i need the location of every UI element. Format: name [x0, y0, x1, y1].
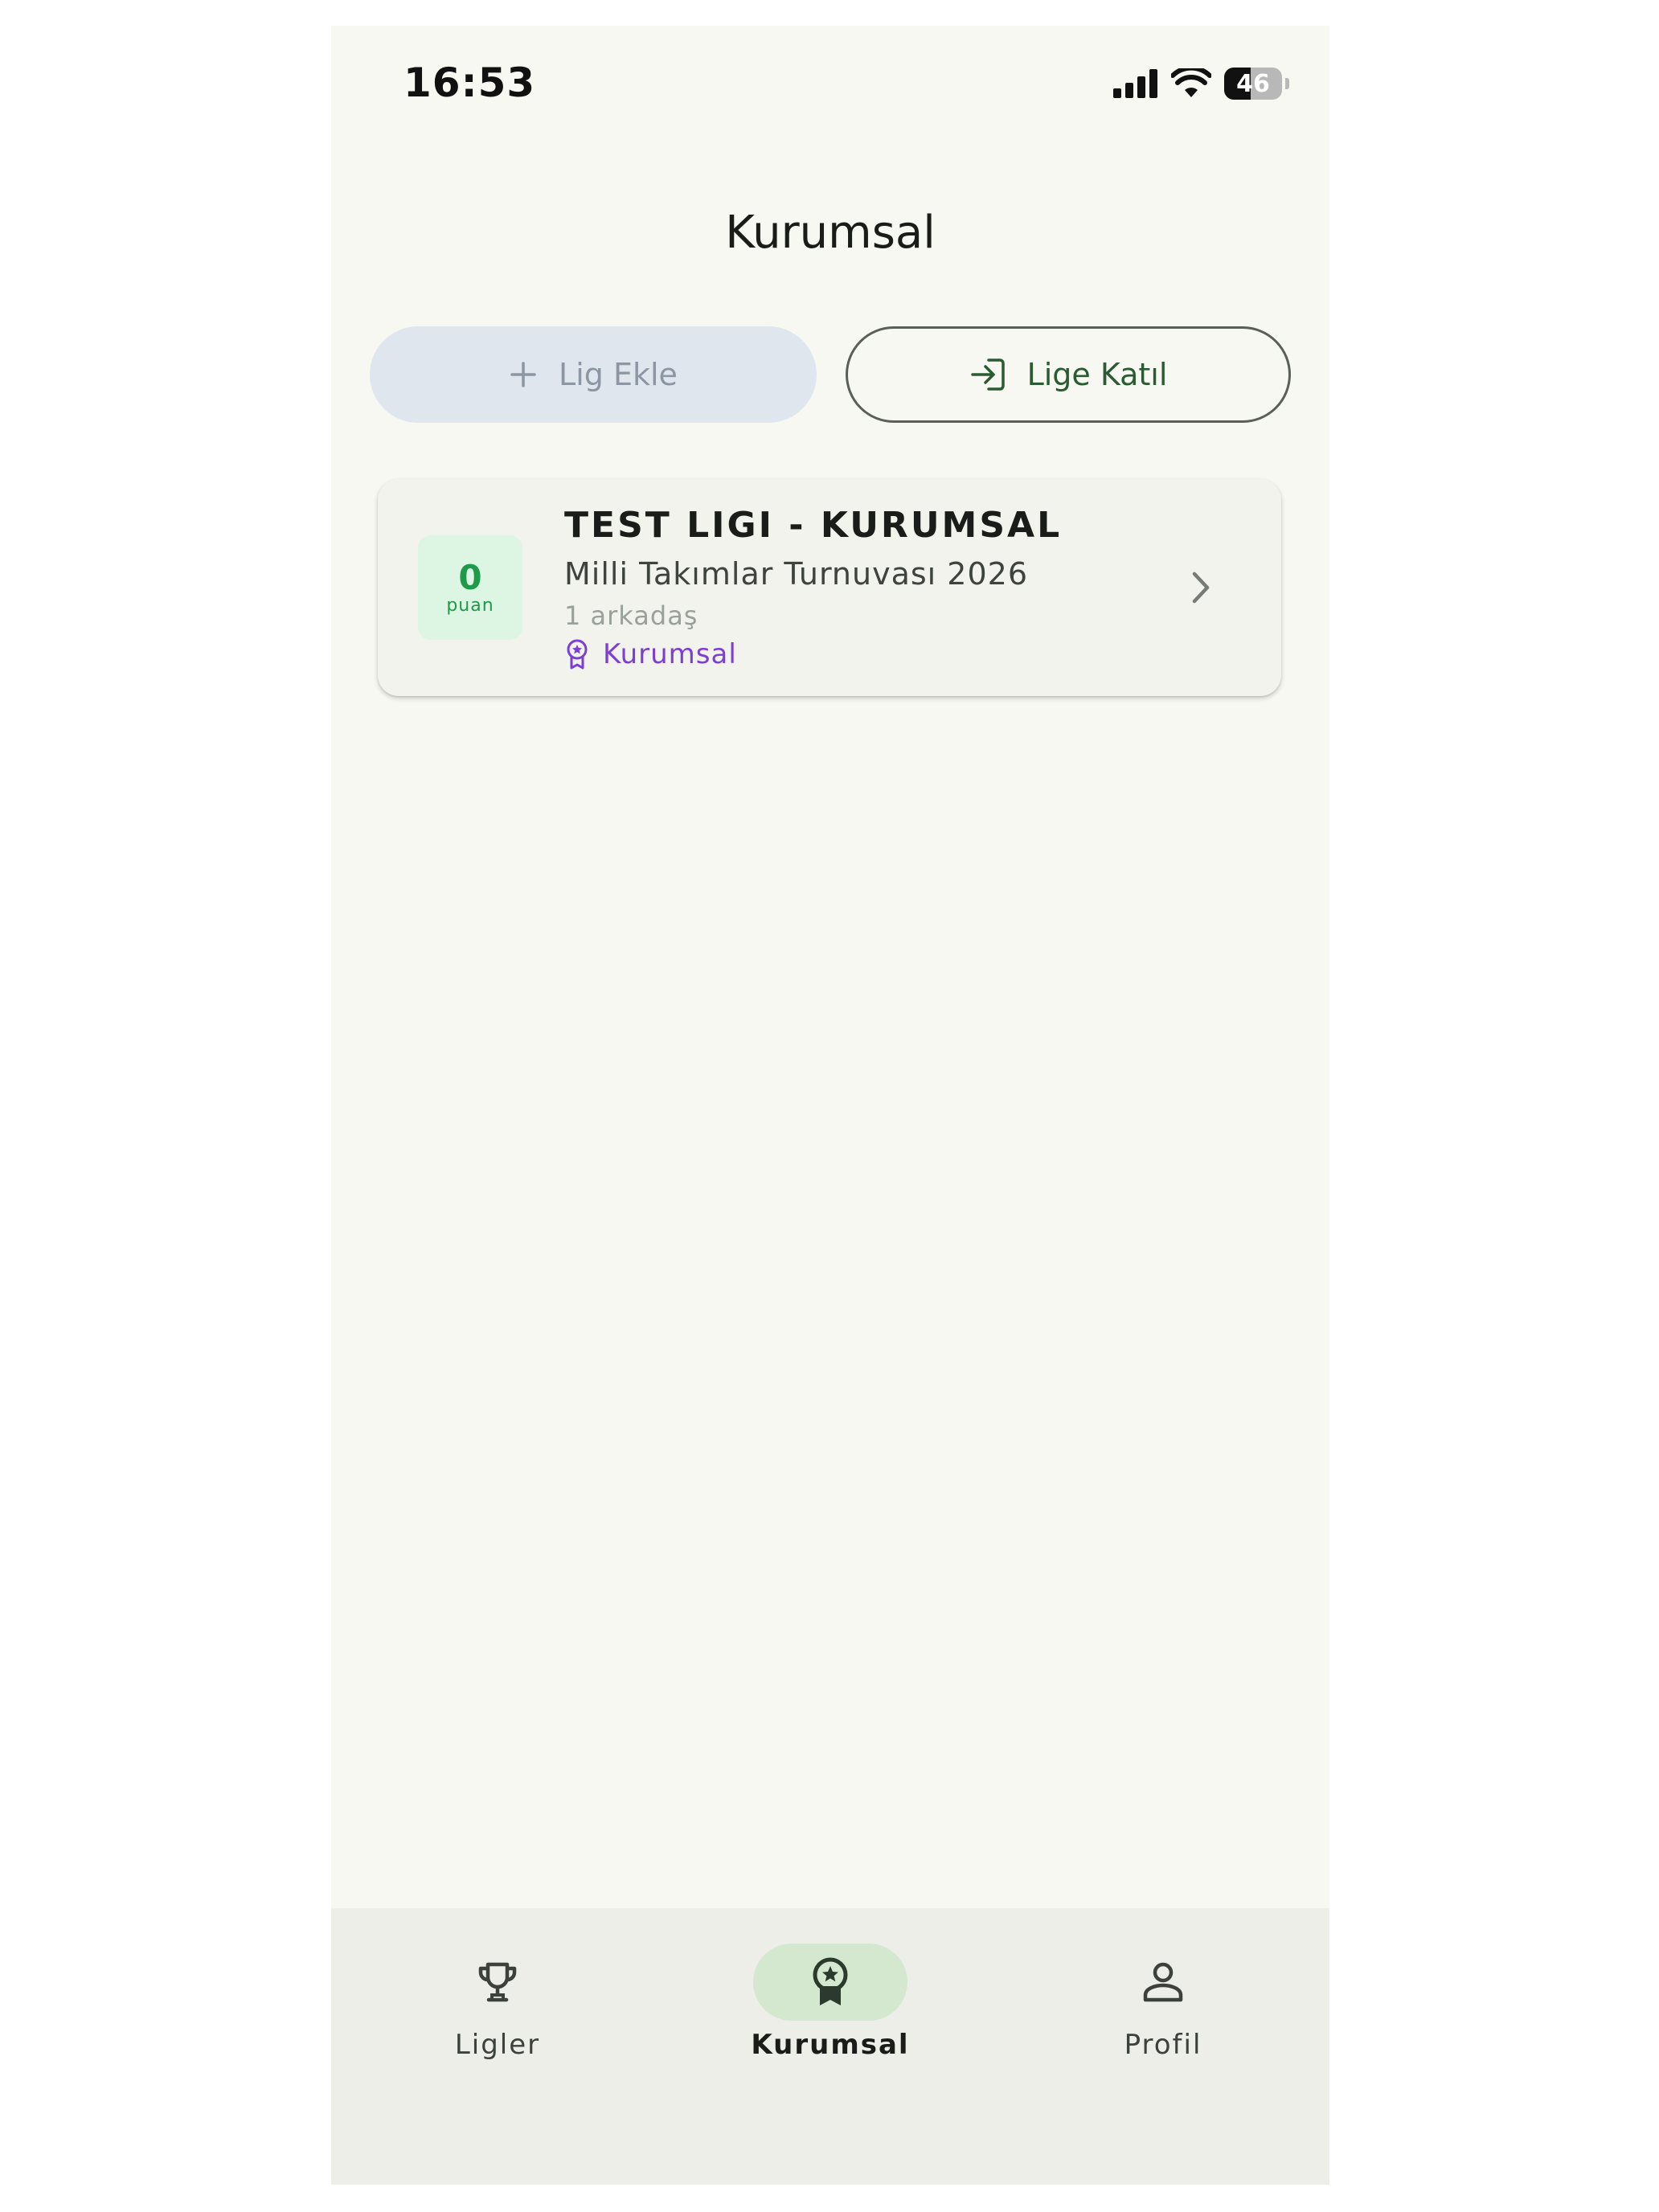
points-value: 0 [458, 557, 482, 597]
award-badge-icon [813, 1957, 848, 2005]
nav-label-profil: Profil [1124, 2029, 1202, 2061]
status-time: 16:53 [403, 59, 536, 106]
join-league-label: Lige Katıl [1026, 357, 1168, 392]
login-arrow-icon [970, 358, 1005, 391]
league-type-badge: Kurumsal [564, 635, 1185, 674]
cellular-signal-icon [1113, 69, 1157, 98]
league-card[interactable]: 0 puan TEST LIGI - KURUMSAL Milli Takıml… [378, 479, 1281, 696]
trophy-icon [478, 1962, 517, 2002]
nav-icon-container [1086, 1944, 1240, 2021]
status-bar: 16:53 46 [331, 26, 1329, 146]
add-league-button[interactable]: Lig Ekle [370, 326, 817, 423]
join-league-button[interactable]: Lige Katıl [846, 326, 1291, 423]
league-tournament: Milli Takımlar Turnuvası 2026 [564, 556, 1028, 592]
nav-icon-container-active [753, 1944, 907, 2021]
nav-item-kurumsal[interactable]: Kurumsal [664, 1908, 997, 2093]
nav-label-ligler: Ligler [454, 2029, 541, 2061]
battery-cap [1285, 78, 1289, 89]
league-name: TEST LIGI - KURUMSAL [564, 505, 1063, 546]
points-label: puan [446, 595, 494, 616]
page-title: Kurumsal [725, 207, 936, 259]
nav-item-profil[interactable]: Profil [997, 1908, 1329, 2093]
points-badge: 0 puan [418, 535, 522, 640]
bottom-navigation: Ligler Kurumsal Profil [331, 1908, 1329, 2185]
app-screen: 16:53 46 Kurumsal Lig Ekle Lige Katıl 0 … [331, 26, 1329, 2185]
status-icons: 46 [1113, 66, 1289, 101]
battery-icon: 46 [1224, 68, 1282, 100]
league-card-text: TEST LIGI - KURUMSAL Milli Takımlar Turn… [564, 502, 1185, 674]
add-league-label: Lig Ekle [559, 357, 678, 392]
league-members: 1 arkadaş [564, 600, 698, 631]
nav-item-ligler[interactable]: Ligler [331, 1908, 664, 2093]
chevron-right-icon [1192, 571, 1210, 604]
battery-level: 46 [1236, 69, 1270, 98]
nav-icon-container [420, 1944, 575, 2021]
wifi-icon [1171, 68, 1211, 97]
award-badge-icon [567, 639, 588, 670]
plus-icon [510, 362, 536, 387]
person-icon [1143, 1962, 1183, 2002]
nav-label-kurumsal: Kurumsal [751, 2029, 910, 2061]
league-type-label: Kurumsal [603, 638, 737, 670]
